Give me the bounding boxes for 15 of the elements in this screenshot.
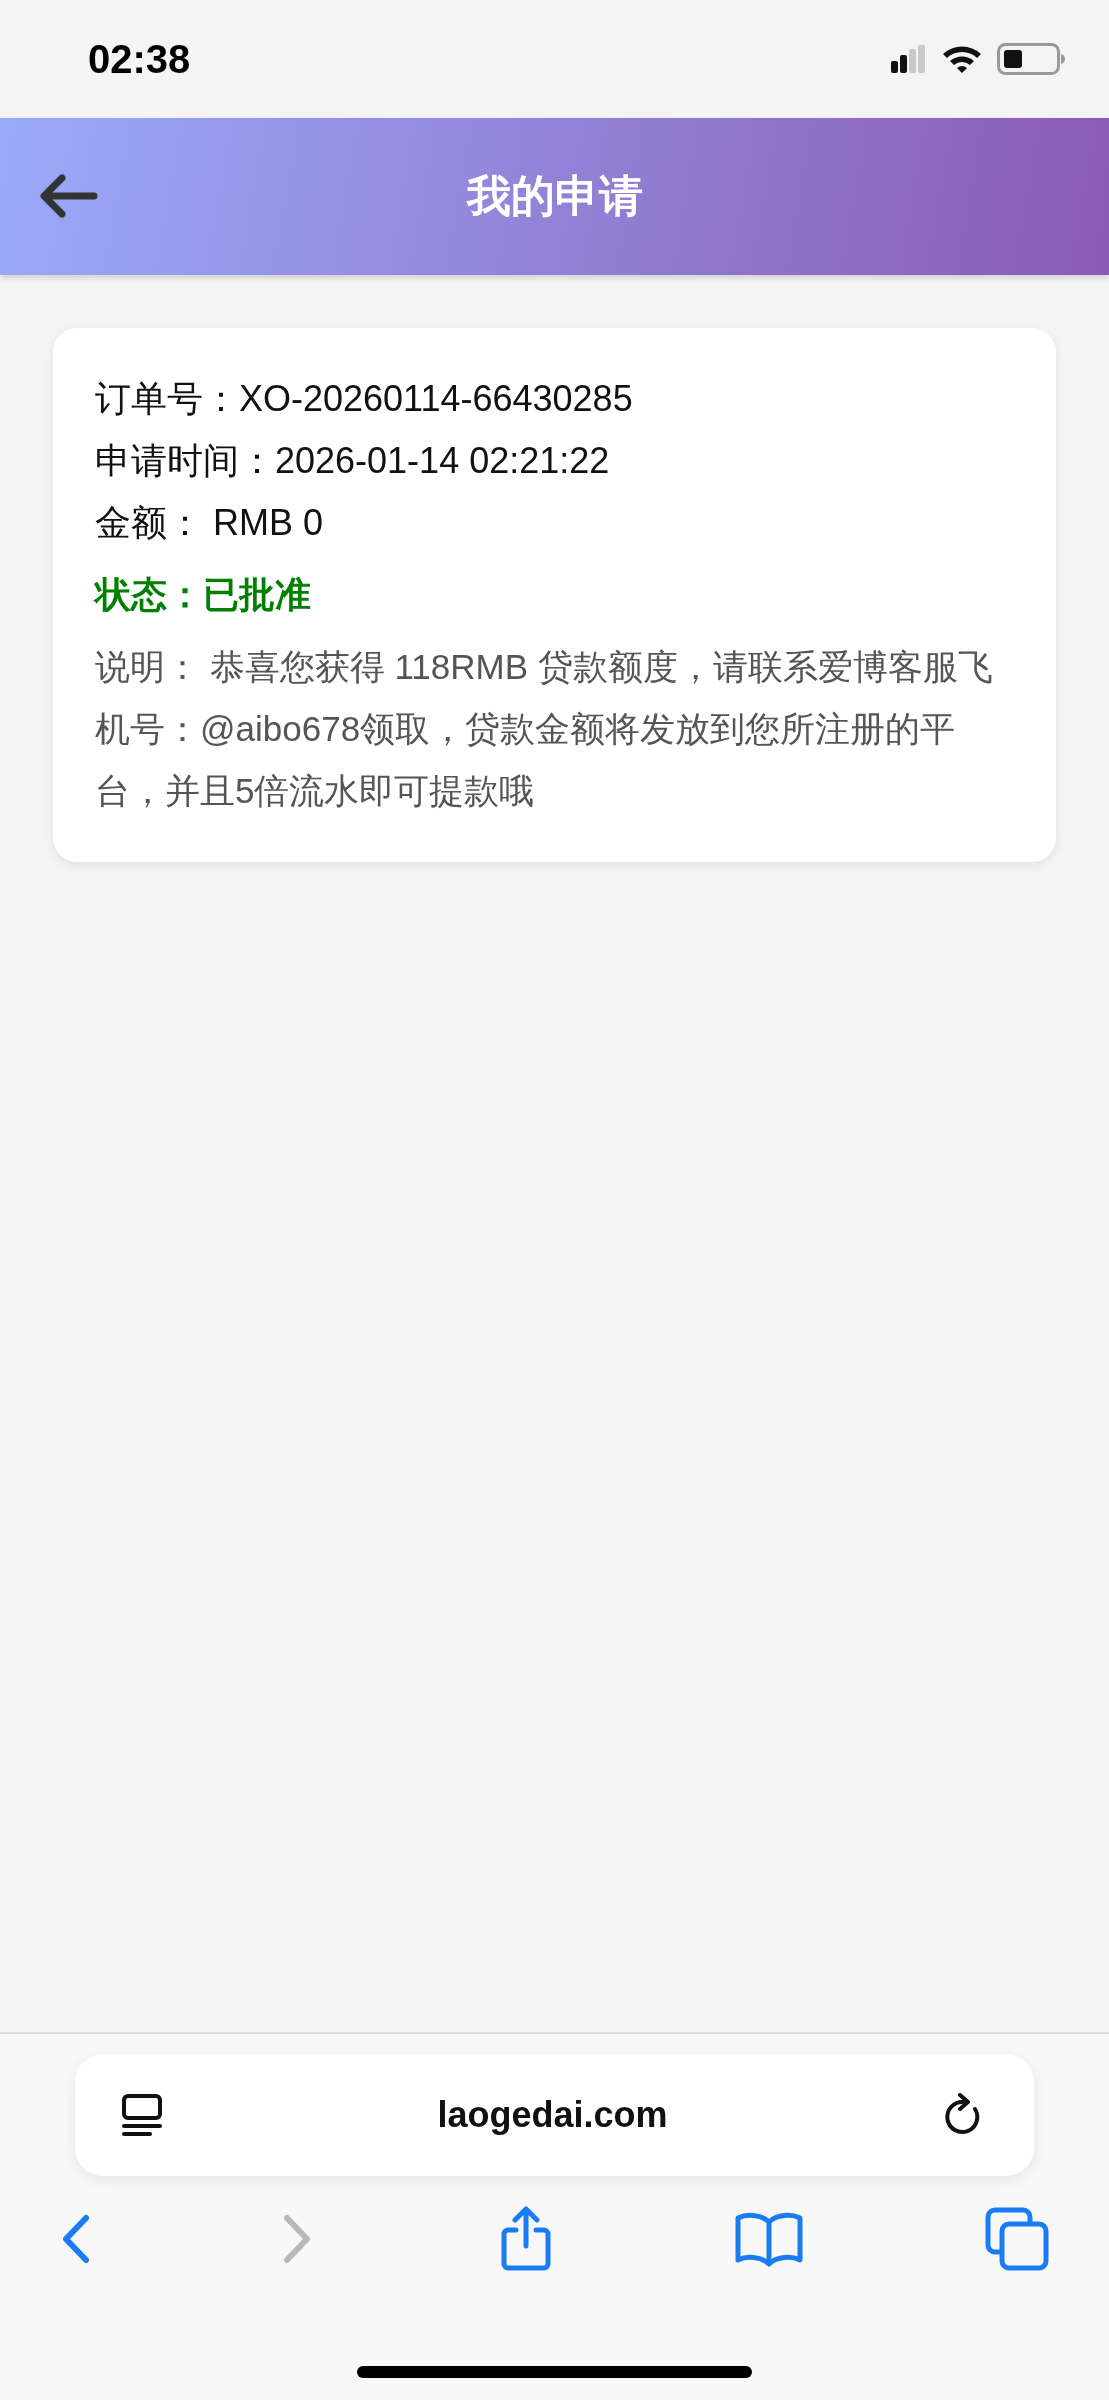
info-line: 金额： RMB 0 [95,501,325,545]
page-menu-icon[interactable] [121,2093,163,2137]
status-time: 02:38 [88,36,191,82]
signal-icon [891,45,927,73]
status-line: 状态：已批准 [95,573,312,617]
info-line: 申请时间：2026-01-14 02:21:22 [95,439,611,483]
info-line: 订单号：XO-20260114-66430285 [95,377,634,421]
description-text: 说明： 恭喜您获得 118RMB 贷款额度，请联系爱博客服飞机号：@aibo678领取，贷款金额将发放到您所注册的平台，并且5倍流水即可提款哦 [95,646,994,812]
battery-icon [997,43,1065,75]
bookmarks-button[interactable] [733,2210,804,2268]
tabs-button[interactable] [985,2207,1049,2271]
back-arrow-icon[interactable] [38,173,98,219]
page-title: 我的申请 [466,170,643,222]
url-text: laogedai.com [437,2094,668,2136]
address-bar[interactable]: laogedai.com [75,2054,1034,2176]
